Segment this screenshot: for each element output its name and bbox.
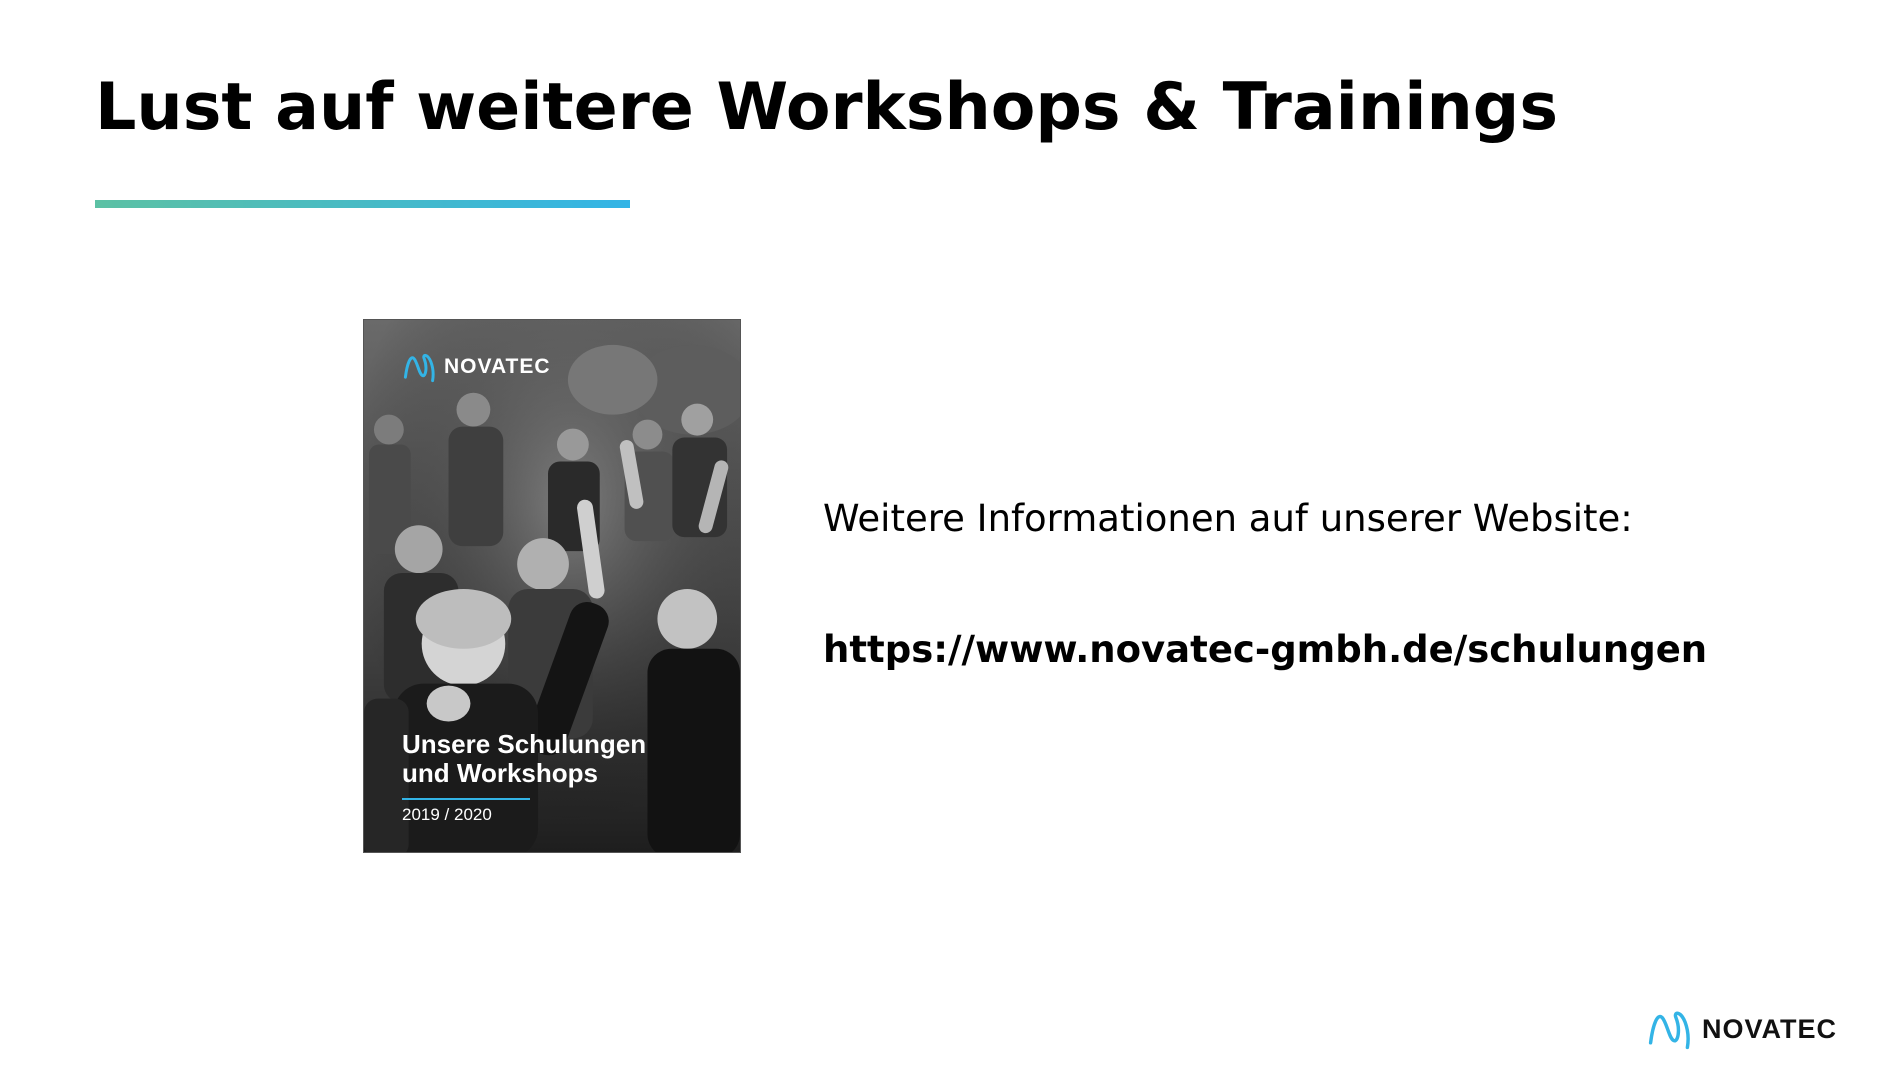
brochure-logo: NOVATEC	[402, 350, 551, 384]
website-link[interactable]: https://www.novatec-gmbh.de/schulungen	[823, 626, 1707, 674]
brochure-year: 2019 / 2020	[402, 805, 492, 824]
footer-logo: NOVATEC	[1646, 1006, 1837, 1052]
brochure-heading: Unsere Schulungen und Workshops	[402, 730, 732, 788]
brochure-accent-rule	[402, 798, 530, 800]
brochure-heading-line2: und Workshops	[402, 758, 598, 788]
brochure-cover-image: NOVATEC Unsere Schulungen und Workshops …	[363, 319, 741, 853]
footer-logo-text: NOVATEC	[1702, 1013, 1837, 1044]
title-accent-rule	[95, 200, 630, 208]
novatec-logo-icon	[1648, 1011, 1690, 1050]
slide-title: Lust auf weitere Workshops & Trainings	[95, 70, 1559, 145]
brochure-heading-line1: Unsere Schulungen	[402, 729, 647, 759]
brochure-logo-text: NOVATEC	[444, 355, 551, 378]
novatec-logo-icon	[403, 353, 435, 383]
info-text: Weitere Informationen auf unserer Websit…	[823, 497, 1633, 540]
